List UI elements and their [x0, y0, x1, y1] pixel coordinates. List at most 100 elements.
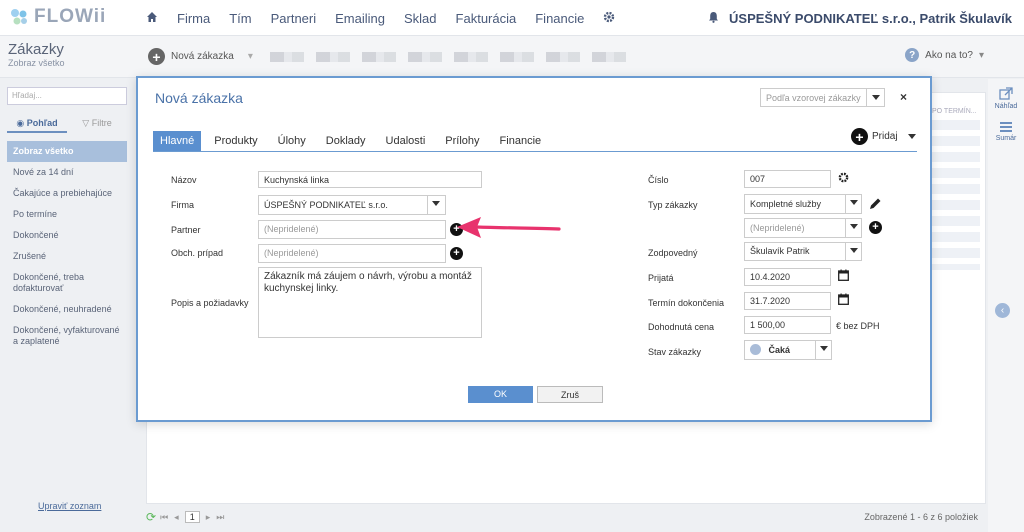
annotation-arrow-icon [457, 217, 561, 238]
accepted-date-input[interactable]: 10.4.2020 [744, 268, 831, 286]
tab-main[interactable]: Hlavné [153, 131, 202, 151]
main-menu: Firma Tím Partneri Emailing Sklad Faktur… [146, 0, 615, 36]
nav-fakturacia[interactable]: Fakturácia [456, 11, 517, 26]
home-icon[interactable] [146, 10, 158, 26]
sidebar-item-cancelled[interactable]: Zrušené [7, 246, 127, 267]
pagination-bar: ⟳ ⏮ ◂ 1 ▸ ⏭ Zobrazené 1 - 6 z 6 položiek [146, 507, 986, 527]
sidebar-item-overdue[interactable]: Po termíne [7, 204, 127, 225]
page-subtitle: Zobraz všetko [8, 58, 65, 68]
price-unit: € bez DPH [836, 321, 880, 331]
number-label: Číslo [648, 175, 669, 185]
tab-finance[interactable]: Financie [493, 131, 549, 151]
sidebar-item-all[interactable]: Zobraz všetko [7, 141, 127, 162]
sidebar-item-done[interactable]: Dokončené [7, 225, 127, 246]
sidebar-item-pending[interactable]: Čakajúce a prebiehajúce [7, 183, 127, 204]
chevron-down-icon[interactable] [845, 195, 861, 213]
responsible-label: Zodpovedný [648, 248, 698, 258]
due-date-input[interactable]: 31.7.2020 [744, 292, 831, 310]
sidebar-search-input[interactable]: Hľadaj... [7, 87, 127, 105]
summary-label: Sumár [995, 135, 1017, 142]
tab-view[interactable]: ◉ Pohľad [7, 115, 67, 133]
calendar-icon[interactable] [838, 293, 849, 308]
partner-input[interactable]: (Nepridelené) [258, 220, 446, 239]
tab-documents[interactable]: Doklady [319, 131, 373, 151]
company-user-name[interactable]: ÚSPEŠNÝ PODNIKATEĽ s.r.o., Patrik Škulav… [729, 11, 1012, 26]
tab-products[interactable]: Produkty [207, 131, 264, 151]
description-textarea[interactable]: Zákazník má záujem o návrh, výrobu a mon… [258, 267, 482, 338]
responsible-select[interactable]: Škulavík Patrik [744, 242, 862, 261]
due-label: Termín dokončenia [648, 298, 725, 308]
sidebar-item-done-paid[interactable]: Dokončené, vyfakturované a zaplatené [7, 320, 127, 352]
next-page-icon[interactable]: ▸ [206, 512, 211, 523]
new-order-dialog: Nová zákazka Podľa vzorovej zákazky × Hl… [136, 76, 932, 422]
preview-label: Náhľad [994, 103, 1018, 110]
plus-icon: + [148, 48, 165, 65]
tab-filter[interactable]: ▽ Filtre [67, 115, 127, 133]
edit-list-link[interactable]: Upraviť zoznam [38, 501, 101, 511]
sidebar-item-new[interactable]: Nové za 14 dní [7, 162, 127, 183]
first-page-icon[interactable]: ⏮ [160, 512, 168, 523]
add-case-icon[interactable]: + [450, 247, 463, 260]
number-input[interactable]: 007 [744, 170, 831, 188]
chevron-down-icon[interactable]: ▾ [248, 51, 253, 62]
chevron-down-icon[interactable] [866, 89, 884, 106]
summary-button[interactable]: Sumár [988, 121, 1024, 142]
gear-icon[interactable] [838, 172, 849, 186]
help-link[interactable]: ? Ako na to? ▾ [905, 48, 984, 62]
current-page[interactable]: 1 [184, 511, 200, 523]
bell-icon[interactable] [708, 11, 719, 26]
logo[interactable]: FLOWii [8, 6, 106, 28]
sidebar-tabs: ◉ Pohľad ▽ Filtre [7, 115, 127, 133]
cancel-button[interactable]: Zruš [537, 386, 603, 403]
sidebar-item-done-to-invoice[interactable]: Dokončené, treba dofakturovať [7, 267, 127, 299]
type-select[interactable]: Kompletné služby [744, 194, 862, 214]
pencil-icon[interactable] [869, 197, 882, 213]
nav-firma[interactable]: Firma [177, 11, 210, 26]
tab-attachments[interactable]: Prílohy [438, 131, 486, 151]
status-value: Čaká [768, 345, 791, 355]
top-navigation: FLOWii Firma Tím Partneri Emailing Sklad… [0, 0, 1024, 36]
template-select[interactable]: Podľa vzorovej zákazky [760, 88, 885, 107]
price-input[interactable]: 1 500,00 [744, 316, 831, 334]
chevron-down-icon[interactable] [907, 134, 916, 139]
nav-tim[interactable]: Tím [229, 11, 251, 26]
chevron-down-icon[interactable] [427, 196, 445, 214]
name-input[interactable]: Kuchynská linka [258, 171, 482, 188]
nav-partneri[interactable]: Partneri [271, 11, 317, 26]
dialog-title: Nová zákazka [155, 90, 243, 106]
nav-emailing[interactable]: Emailing [335, 11, 385, 26]
type2-select[interactable]: (Nepridelené) [744, 218, 862, 238]
items-count: Zobrazené 1 - 6 z 6 položiek [864, 512, 978, 522]
ok-button[interactable]: OK [468, 386, 533, 403]
help-label: Ako na to? [925, 49, 973, 61]
case-input[interactable]: (Nepridelené) [258, 244, 446, 263]
tab-tasks[interactable]: Úlohy [271, 131, 313, 151]
close-icon[interactable]: × [900, 90, 907, 104]
prev-page-icon[interactable]: ◂ [174, 512, 179, 523]
tab-events[interactable]: Udalosti [379, 131, 433, 151]
type-label: Typ zákazky [648, 200, 698, 210]
chevron-down-icon[interactable] [815, 341, 831, 359]
calendar-icon[interactable] [838, 269, 849, 284]
preview-button[interactable]: Náhľad [988, 87, 1024, 110]
accepted-label: Prijatá [648, 273, 674, 283]
company-value: ÚSPEŠNÝ PODNIKATEĽ s.r.o. [264, 200, 388, 210]
last-page-icon[interactable]: ⏭ [216, 512, 224, 523]
status-select[interactable]: Čaká [744, 340, 832, 360]
chevron-down-icon[interactable] [845, 243, 861, 260]
sidebar-list: Zobraz všetko Nové za 14 dní Čakajúce a … [7, 141, 127, 352]
chevron-down-icon[interactable] [845, 219, 861, 237]
company-select[interactable]: ÚSPEŠNÝ PODNIKATEĽ s.r.o. [258, 195, 446, 215]
nav-financie[interactable]: Financie [535, 11, 584, 26]
new-order-button[interactable]: + Nová zákazka ▾ [148, 48, 253, 65]
question-icon: ? [905, 48, 920, 62]
column-header: PO TERMÍN... [932, 108, 977, 115]
gear-icon[interactable] [603, 10, 615, 26]
sidebar-item-done-unpaid[interactable]: Dokončené, neuhradené [7, 299, 127, 320]
add-button[interactable]: + Pridaj [851, 128, 916, 145]
chevron-left-icon[interactable]: ‹ [995, 303, 1010, 318]
refresh-icon[interactable]: ⟳ [146, 510, 156, 524]
add-type-icon[interactable]: + [869, 221, 882, 234]
price-label: Dohodnutá cena [648, 322, 715, 332]
nav-sklad[interactable]: Sklad [404, 11, 437, 26]
